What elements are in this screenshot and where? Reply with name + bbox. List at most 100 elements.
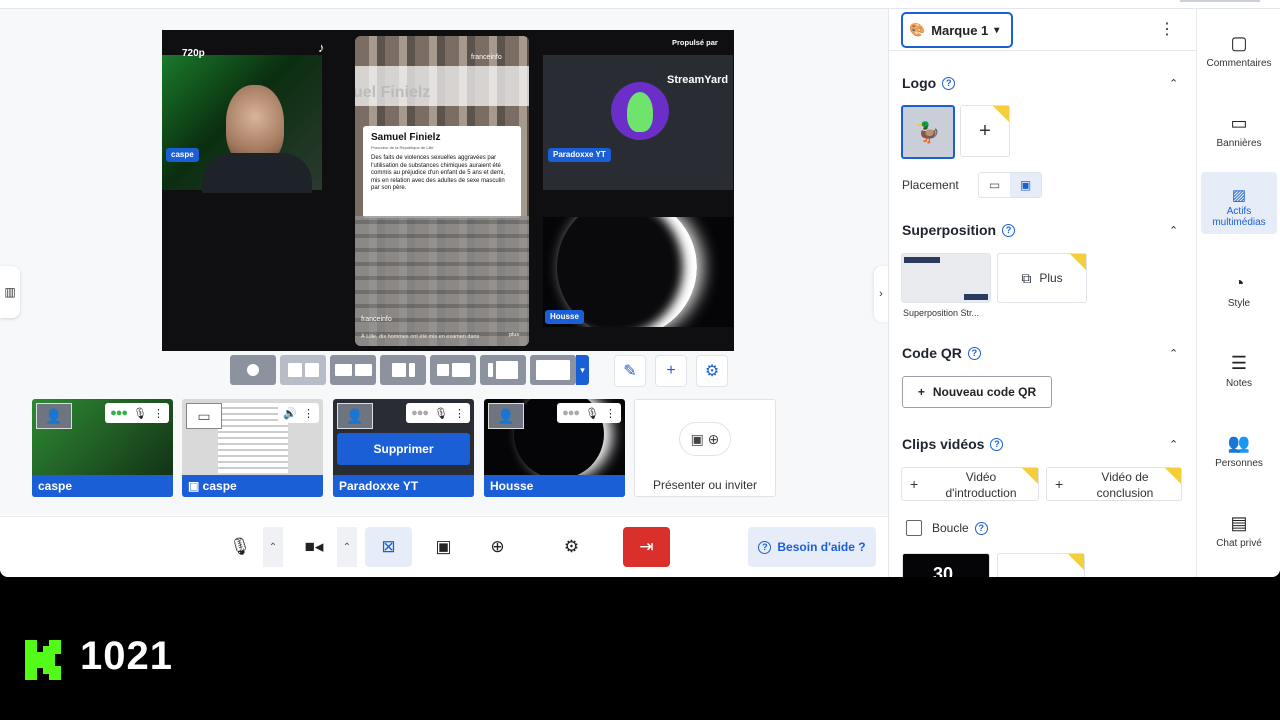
participant-tile[interactable]: ▭ 🔊 ⋮ ▣ caspe	[182, 399, 323, 497]
chat-icon: ▤	[1230, 513, 1248, 533]
participant-tile[interactable]: 👤 ●●● 🎙 ⋮ Housse	[484, 399, 625, 497]
name-tag: Housse	[545, 310, 584, 324]
microphone-icon[interactable]: 🎙	[133, 407, 147, 420]
viewer-count: 1021	[80, 634, 173, 678]
more-options-icon[interactable]: ⋮	[454, 407, 465, 420]
layout-more-chevron-icon[interactable]: ▾	[576, 355, 589, 385]
more-options-icon[interactable]: ⋮	[153, 407, 164, 420]
settings-gear-icon[interactable]: ⚙	[548, 527, 595, 567]
collapse-chevron-icon[interactable]: ⌃	[1169, 224, 1178, 237]
rail-private-chat[interactable]: ▤ Chat privé	[1201, 513, 1277, 549]
rail-media[interactable]: ▨ Actifs multimédias	[1201, 172, 1277, 234]
invite-guest-icon[interactable]: ⊕	[474, 527, 521, 567]
rail-people[interactable]: 👥 Personnes	[1201, 433, 1277, 469]
new-qr-button[interactable]: + Nouveau code QR	[902, 376, 1052, 408]
scenes-toggle-icon[interactable]: ▥	[0, 266, 20, 318]
streamyard-studio: ▥ › 720p ♪ caspe uel Finielz franceinfo …	[0, 0, 1280, 577]
brand-menu-icon[interactable]: ⋮	[1159, 19, 1175, 39]
camera-button[interactable]: ■◂ ⌃	[291, 527, 357, 567]
help-button[interactable]: ? Besoin d'aide ?	[748, 527, 876, 567]
layout-solo[interactable]	[230, 355, 276, 385]
building-image	[355, 216, 529, 346]
speaker-icon[interactable]: 🔊	[283, 407, 297, 420]
overlay-logo	[964, 294, 988, 300]
countdown-clip[interactable]: 30	[902, 553, 990, 577]
overlay-thumbnail[interactable]	[901, 253, 991, 303]
caption: À Lille, dix hommes ont été mis en exame…	[361, 334, 480, 340]
plus-icon: +	[1055, 476, 1064, 492]
shirt	[202, 153, 312, 193]
layout-screen[interactable]	[480, 355, 526, 385]
help-icon[interactable]: ?	[974, 521, 988, 535]
add-logo-button[interactable]: +	[960, 105, 1010, 157]
tile-controls[interactable]: ●●● 🎙 ⋮	[105, 403, 169, 423]
layout-split[interactable]	[330, 355, 376, 385]
collapse-panel-icon[interactable]: ›	[874, 266, 888, 322]
collapse-chevron-icon[interactable]: ⌃	[1169, 347, 1178, 360]
placement-right-icon[interactable]: ▣	[1010, 173, 1041, 197]
more-options-icon[interactable]: ⋮	[605, 407, 616, 420]
placement-label: Placement	[902, 178, 959, 192]
name-tag: caspe	[166, 148, 199, 162]
settings-gear-icon[interactable]: ⚙	[696, 355, 728, 387]
layout-full[interactable]	[530, 355, 576, 385]
source-label: franceinfo	[471, 54, 502, 61]
audio-level-icon: ●●●	[411, 407, 429, 419]
logo-thumbnail[interactable]: 🦆	[901, 105, 955, 159]
loop-checkbox[interactable]	[906, 520, 922, 536]
placement-left-icon[interactable]: ▭	[979, 173, 1010, 197]
help-icon[interactable]: ?	[942, 76, 956, 90]
layout-leader[interactable]	[380, 355, 426, 385]
loop-label: Boucle?	[932, 521, 988, 535]
layout-sidebar[interactable]	[430, 355, 476, 385]
remove-button[interactable]: Supprimer	[337, 433, 470, 465]
help-label: Besoin d'aide ?	[777, 540, 866, 554]
camera-options-chevron-icon[interactable]: ⌃	[337, 527, 357, 567]
name-tag: Paradoxxe YT	[548, 148, 611, 162]
logo-section-title: Logo?	[902, 75, 956, 91]
brand-panel: 🎨 Marque 1 ▾ ⋮ Logo? ⌃ 🦆 + Placement ▭ ▣ S…	[888, 9, 1196, 577]
add-plus-icon[interactable]: +	[655, 355, 687, 387]
chevron-down-icon: ▾	[994, 24, 1000, 36]
camera-feed-caspe	[162, 55, 322, 193]
help-icon[interactable]: ?	[1002, 223, 1016, 237]
hide-self-button[interactable]: ⊠	[365, 527, 412, 567]
overlay-more-button[interactable]: ⧉ Plus	[997, 253, 1087, 303]
leave-studio-icon[interactable]: ⇥	[623, 527, 670, 567]
tile-controls[interactable]: ●●● 🎙 ⋮	[406, 403, 470, 423]
rail-notes[interactable]: ☰ Notes	[1201, 353, 1277, 389]
tile-controls[interactable]: 🔊 ⋮	[278, 403, 319, 423]
streamyard-logo: StreamYard	[667, 74, 729, 86]
participant-tile[interactable]: 👤 ●●● 🎙 ⋮ caspe	[32, 399, 173, 497]
collapse-chevron-icon[interactable]: ⌃	[1169, 77, 1178, 90]
microphone-button[interactable]: 🎙 ⌃	[217, 527, 283, 567]
rail-banners[interactable]: ▭ Bannières	[1201, 113, 1277, 149]
tile-controls[interactable]: ●●● 🎙 ⋮	[557, 403, 621, 423]
rail-style[interactable]: ◔ Style	[1201, 273, 1277, 309]
add-clip-button[interactable]	[997, 553, 1085, 577]
audio-level-icon: ●●●	[562, 407, 580, 419]
edit-pencil-icon[interactable]: ✎	[614, 355, 646, 387]
palette-icon: 🎨	[909, 22, 926, 37]
outro-video-button[interactable]: + Vidéo de conclusion	[1046, 467, 1182, 501]
news-text: Des faits de violences sexuelles aggravé…	[371, 155, 505, 191]
divider	[889, 50, 1196, 51]
brand-select[interactable]: 🎨 Marque 1 ▾	[901, 12, 1013, 48]
mic-options-chevron-icon[interactable]: ⌃	[263, 527, 283, 567]
avatar: 👤	[488, 403, 524, 429]
speaker-name: Samuel Finielz	[371, 132, 441, 143]
microphone-icon[interactable]: 🎙	[434, 407, 448, 420]
tiktok-icon: ♪	[318, 40, 325, 55]
premium-badge	[1068, 554, 1084, 570]
more-options-icon[interactable]: ⋮	[303, 407, 314, 420]
notes-icon: ☰	[1230, 353, 1248, 373]
rail-comments[interactable]: ▢ Commentaires	[1201, 33, 1277, 69]
help-icon[interactable]: ?	[990, 437, 1004, 451]
collapse-chevron-icon[interactable]: ⌃	[1169, 438, 1178, 451]
help-icon[interactable]: ?	[967, 346, 981, 360]
present-invite-tile[interactable]: ▣ ⊕ Présenter ou inviter	[634, 399, 776, 497]
share-screen-icon[interactable]: ▣	[420, 527, 467, 567]
microphone-icon[interactable]: 🎙	[585, 407, 599, 420]
intro-video-button[interactable]: + Vidéo d'introduction	[901, 467, 1039, 501]
layout-group[interactable]	[280, 355, 326, 385]
